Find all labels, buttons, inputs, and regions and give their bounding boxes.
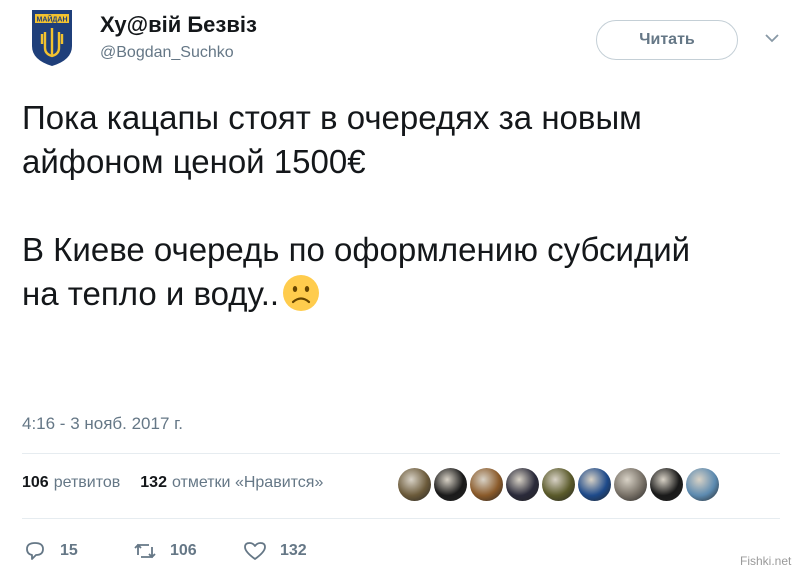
reply-button[interactable]: 15 [22,538,132,564]
retweet-icon [134,543,156,559]
tweet-stats: 106 ретвитов 132 отметки «Нравится» [22,474,323,492]
author-handle[interactable]: @Bogdan_Suchko [100,42,257,64]
retweet-count: 106 [170,542,197,559]
reply-icon [26,542,44,560]
heart-icon [244,542,266,560]
like-count: 132 [280,542,307,559]
tweet-timestamp[interactable]: 4:16 - 3 нояб. 2017 г. [22,414,183,434]
liker-avatar-4[interactable] [506,468,539,501]
author-name[interactable]: Ху@вій Безвіз [100,12,257,38]
tweet-line: В Киеве очередь по оформлению субсидий [22,231,691,268]
tweet-line: на тепло и воду.. [22,275,280,312]
liker-avatar-8[interactable] [650,468,683,501]
tweet-line-last: на тепло и воду.. [22,272,782,316]
tweet-text: Пока кацапы стоят в очередях за новым ай… [22,96,782,316]
liker-avatar-7[interactable] [614,468,647,501]
like-button[interactable]: 132 [242,538,307,564]
maidan-trident-shield-icon: МАЙДАН [32,10,72,66]
retweets-stat-label: ретвитов [53,474,121,491]
retweets-stat-count: 106 [22,474,49,491]
tweet-author: Ху@вій Безвіз @Bogdan_Suchko [100,12,257,64]
tweet-menu-button[interactable] [764,30,780,46]
divider [22,453,780,454]
watermark: Fishki.net [740,554,792,568]
author-avatar[interactable]: МАЙДАН [30,8,74,68]
follow-button[interactable]: Читать [596,20,738,60]
chevron-down-icon [765,34,779,43]
divider [22,518,780,519]
svg-text:МАЙДАН: МАЙДАН [36,15,67,24]
likes-stat-label: отметки «Нравится» [171,474,324,491]
liker-avatar-2[interactable] [434,468,467,501]
liker-avatar-1[interactable] [398,468,431,501]
liker-avatar-9[interactable] [686,468,719,501]
liker-avatar-3[interactable] [470,468,503,501]
tweet-line: айфоном ценой 1500€ [22,143,366,180]
tweet-actions: 15 106 132 [22,538,307,564]
liker-avatars [398,468,719,501]
frowning-face-emoji-icon [283,275,320,311]
retweet-button[interactable]: 106 [132,538,242,564]
reply-count: 15 [60,542,78,559]
likes-stat-count: 132 [140,474,167,491]
tweet-line: Пока кацапы стоят в очередях за новым [22,99,642,136]
liker-avatar-6[interactable] [578,468,611,501]
liker-avatar-5[interactable] [542,468,575,501]
retweets-stat[interactable]: 106 ретвитов [22,474,120,492]
likes-stat[interactable]: 132 отметки «Нравится» [140,474,323,492]
